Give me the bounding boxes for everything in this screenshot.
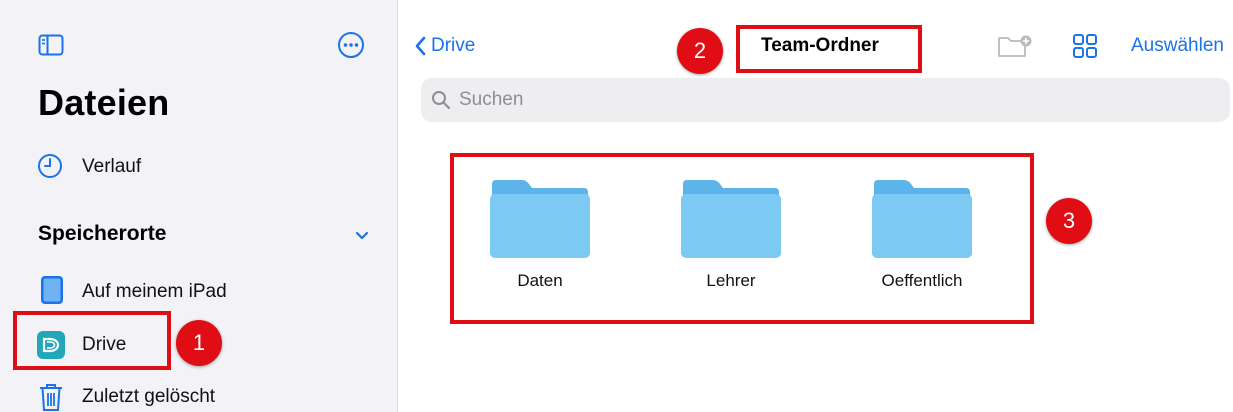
folder-label: Oeffentlich — [881, 271, 963, 290]
select-button[interactable]: Auswählen — [1131, 35, 1224, 57]
sidebar-item-recently-deleted[interactable]: Zuletzt gelöscht — [82, 386, 215, 408]
ipad-icon — [41, 276, 63, 304]
more-options-icon[interactable] — [337, 31, 365, 59]
chevron-left-icon — [415, 36, 426, 56]
trash-icon — [40, 384, 62, 411]
sidebar-item-recents[interactable]: Verlauf — [82, 156, 141, 178]
sidebar-item-drive[interactable]: Drive — [82, 334, 126, 356]
step-badge-2: 2 — [677, 28, 723, 74]
main-content: Drive Team-Ordner Auswählen Daten Lehre — [399, 0, 1233, 412]
search-icon — [432, 91, 451, 110]
back-button-label: Drive — [431, 35, 476, 56]
step-badge-3: 3 — [1046, 198, 1092, 244]
back-button[interactable]: Drive — [413, 33, 475, 59]
search-bar[interactable] — [421, 78, 1230, 122]
drive-app-icon — [37, 331, 65, 359]
search-input[interactable] — [457, 88, 1161, 112]
page-title: Dateien — [38, 82, 170, 123]
sidebar-item-on-my-ipad[interactable]: Auf meinem iPad — [82, 281, 227, 303]
step-badge-1: 1 — [176, 320, 222, 366]
new-folder-icon[interactable] — [997, 34, 1033, 58]
folder-label: Daten — [517, 271, 563, 290]
section-title-locations[interactable]: Speicherorte — [38, 222, 166, 246]
grid-view-icon[interactable] — [1072, 33, 1098, 59]
sidebar-toggle-icon[interactable] — [38, 34, 64, 56]
folder-item[interactable]: Oeffentlich — [862, 178, 982, 290]
folder-item[interactable]: Daten — [480, 178, 600, 290]
folder-icon — [490, 180, 590, 258]
folder-item[interactable]: Lehrer — [671, 178, 791, 290]
folder-label: Lehrer — [706, 271, 756, 290]
clock-icon — [38, 154, 62, 178]
folder-icon — [872, 180, 972, 258]
folder-icon — [681, 180, 781, 258]
folder-title: Team-Ordner — [761, 35, 879, 56]
chevron-down-icon[interactable] — [352, 225, 372, 245]
